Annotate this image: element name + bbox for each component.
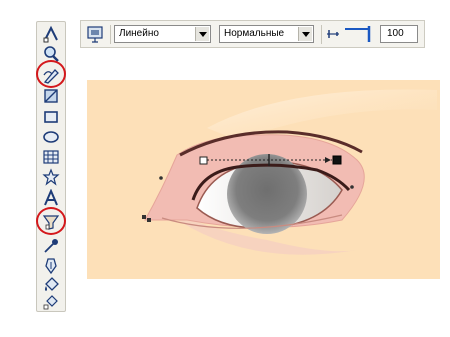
separator: [321, 25, 322, 44]
ellipse-tool[interactable]: [40, 127, 62, 147]
transparency-preset-icon: [87, 26, 103, 43]
text-tool-icon: [44, 189, 58, 206]
smart-fill-tool-icon: [44, 89, 58, 103]
transparency-type-dropdown[interactable]: Линейно: [114, 25, 211, 43]
polygon-tool-icon: [43, 150, 59, 164]
interactive-fill-tool[interactable]: [40, 292, 62, 312]
smart-fill-tool[interactable]: [40, 86, 62, 106]
star-tool-icon: [42, 168, 60, 186]
eyedropper-tool-icon: [44, 239, 58, 253]
rectangle-tool[interactable]: [40, 107, 62, 127]
transparency-value-input[interactable]: 100: [380, 25, 418, 43]
ellipse-tool-icon: [43, 131, 59, 143]
drawing-canvas[interactable]: [87, 80, 440, 279]
property-bar: Линейно Нормальные 100: [80, 20, 425, 48]
transparency-start-handle: [199, 156, 208, 165]
transparency-slider[interactable]: [343, 25, 373, 43]
node-point: [350, 185, 354, 189]
transparency-value: 100: [387, 28, 404, 39]
transparency-type-value: Линейно: [119, 28, 159, 39]
merge-mode-value: Нормальные: [224, 28, 285, 39]
chevron-down-icon: [298, 27, 312, 41]
eyedropper-tool[interactable]: [40, 236, 62, 256]
node-handle: [142, 215, 146, 219]
outline-tool-icon: [45, 258, 57, 275]
shape-tool[interactable]: [40, 24, 62, 44]
chevron-down-icon: [195, 27, 209, 41]
transparency-preset-button[interactable]: [86, 24, 106, 44]
eye-illustration: [87, 80, 440, 279]
transparency-tool-highlight: [36, 207, 66, 235]
separator: [110, 25, 111, 44]
outline-tool[interactable]: [40, 256, 62, 276]
transparency-end-handle: [332, 155, 342, 165]
transparency-slider-icon: [325, 27, 341, 46]
shape-tool-icon: [43, 25, 58, 43]
freehand-tool-highlight: [36, 60, 66, 88]
toolbox: [36, 21, 66, 312]
rectangle-tool-icon: [44, 111, 58, 123]
polygon-tool[interactable]: [40, 147, 62, 167]
interactive-fill-tool-icon: [43, 295, 58, 310]
node-point: [159, 176, 163, 180]
merge-mode-dropdown[interactable]: Нормальные: [219, 25, 314, 43]
node-handle: [147, 218, 151, 222]
text-tool[interactable]: [40, 188, 62, 208]
star-tool[interactable]: [40, 167, 62, 187]
